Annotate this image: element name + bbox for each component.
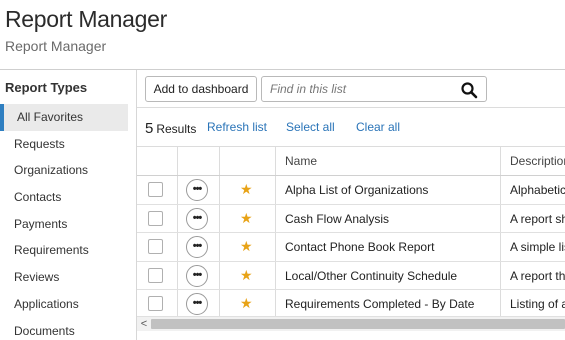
report-name[interactable]: Alpha List of Organizations: [285, 183, 428, 197]
table-row[interactable]: ••• ★ Requirements Completed - By Date L…: [137, 290, 565, 319]
scrollbar-thumb[interactable]: [151, 319, 565, 329]
header-description-cell[interactable]: Description: [501, 147, 565, 175]
report-description: Listing of a: [510, 297, 565, 311]
favorite-star-icon[interactable]: ★: [240, 210, 253, 226]
favorite-star-icon[interactable]: ★: [240, 267, 253, 283]
favorite-star-icon[interactable]: ★: [240, 238, 253, 254]
column-header-description: Description: [510, 154, 565, 168]
search-box: [261, 76, 487, 102]
clear-all-link[interactable]: Clear all: [356, 120, 400, 134]
header-select-cell: [137, 147, 178, 175]
table-row[interactable]: ••• ★ Alpha List of Organizations Alphab…: [137, 176, 565, 205]
report-name[interactable]: Requirements Completed - By Date: [285, 297, 474, 311]
refresh-list-link[interactable]: Refresh list: [207, 120, 267, 134]
sidebar-item-applications[interactable]: Applications: [0, 291, 136, 318]
result-count-label: Results: [156, 122, 197, 136]
sidebar-item-reviews[interactable]: Reviews: [0, 264, 136, 291]
sidebar-heading: Report Types: [5, 80, 88, 95]
search-input[interactable]: [270, 77, 450, 101]
report-name[interactable]: Local/Other Continuity Schedule: [285, 269, 457, 283]
sidebar-item-contacts[interactable]: Contacts: [0, 184, 136, 211]
table-row[interactable]: ••• ★ Cash Flow Analysis A report sh: [137, 204, 565, 233]
table-row[interactable]: ••• ★ Local/Other Continuity Schedule A …: [137, 261, 565, 290]
report-description: Alphabetic: [510, 183, 565, 197]
row-checkbox[interactable]: [148, 296, 163, 311]
row-actions-button[interactable]: •••: [186, 264, 208, 287]
table-header-row: Name Description: [137, 146, 565, 176]
column-header-name: Name: [285, 154, 318, 168]
header-actions-cell: [178, 147, 220, 175]
report-table: Name Description ••• ★ Alpha List of Org…: [137, 146, 565, 332]
report-types-sidebar: Report Types All Favorites Requests Orga…: [0, 70, 137, 340]
row-checkbox[interactable]: [148, 239, 163, 254]
sidebar-item-payments[interactable]: Payments: [0, 211, 136, 238]
sidebar-item-organizations[interactable]: Organizations: [0, 157, 136, 184]
add-to-dashboard-button[interactable]: Add to dashboard: [145, 76, 257, 102]
report-description: A report th: [510, 268, 565, 283]
report-description: A simple lis: [510, 240, 565, 254]
sidebar-list: All Favorites Requests Organizations Con…: [0, 104, 136, 340]
result-count: 5 Results: [145, 120, 196, 137]
result-count-number: 5: [145, 120, 154, 137]
select-all-link[interactable]: Select all: [286, 120, 335, 134]
sidebar-item-requests[interactable]: Requests: [0, 131, 136, 158]
row-actions-button[interactable]: •••: [186, 207, 208, 230]
favorite-star-icon[interactable]: ★: [240, 295, 253, 311]
row-actions-button[interactable]: •••: [186, 236, 208, 258]
toolbar-divider: [137, 107, 565, 108]
header-name-cell[interactable]: Name: [276, 147, 501, 175]
row-checkbox[interactable]: [148, 210, 163, 226]
row-checkbox[interactable]: [148, 267, 163, 283]
table-row[interactable]: ••• ★ Contact Phone Book Report A simple…: [137, 233, 565, 262]
search-icon[interactable]: [460, 81, 478, 99]
report-name[interactable]: Cash Flow Analysis: [285, 212, 389, 226]
scroll-left-arrow-icon[interactable]: <: [139, 317, 149, 331]
sidebar-item-documents[interactable]: Documents: [0, 318, 136, 340]
report-description: A report sh: [510, 211, 565, 226]
report-name[interactable]: Contact Phone Book Report: [285, 240, 434, 254]
page-title: Report Manager: [5, 6, 167, 32]
row-actions-button[interactable]: •••: [186, 293, 208, 315]
sidebar-item-requirements[interactable]: Requirements: [0, 237, 136, 264]
page-subtitle: Report Manager: [5, 38, 107, 54]
favorite-star-icon[interactable]: ★: [240, 181, 253, 197]
row-actions-button[interactable]: •••: [186, 179, 208, 201]
horizontal-scrollbar[interactable]: <: [137, 316, 565, 331]
header-favorite-cell: [220, 147, 276, 175]
row-checkbox[interactable]: [148, 182, 163, 197]
sidebar-item-all-favorites[interactable]: All Favorites: [0, 104, 128, 131]
